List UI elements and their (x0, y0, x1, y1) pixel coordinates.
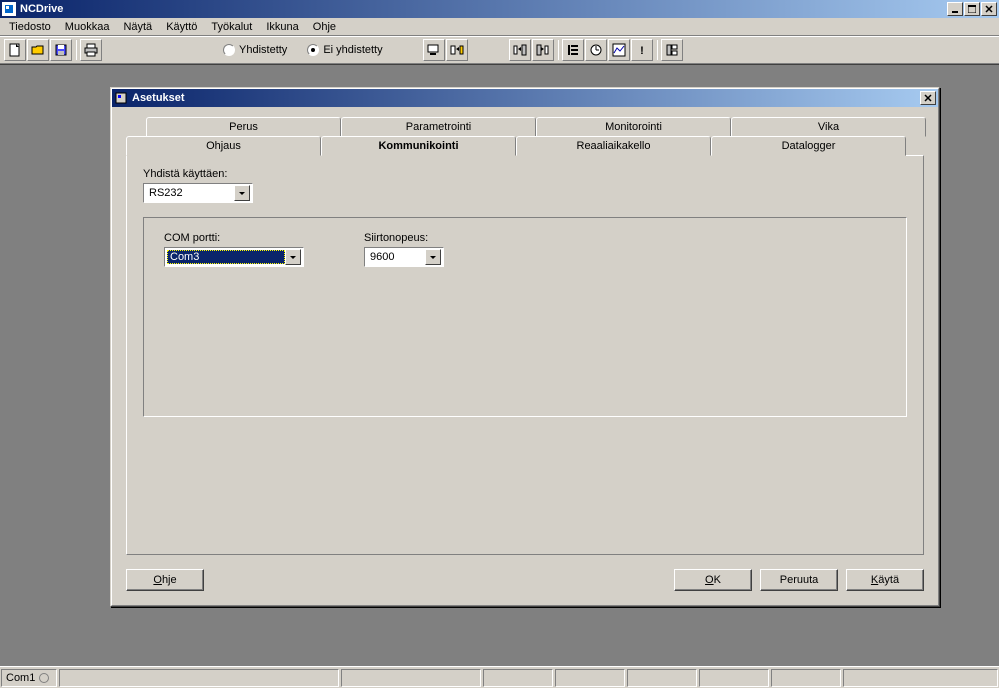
baud-rate-label: Siirtonopeus: (364, 232, 444, 244)
new-button[interactable] (4, 39, 26, 61)
statusbar: Com1 (0, 666, 999, 688)
tab-kommunikointi[interactable]: Kommunikointi (321, 136, 516, 156)
connected-radio-group: Yhdistetty (223, 44, 287, 56)
cancel-button[interactable]: Peruuta (760, 569, 838, 591)
tab-perus[interactable]: Perus (146, 117, 341, 137)
status-panel-6 (627, 669, 697, 687)
print-button[interactable] (80, 39, 102, 61)
status-panel-8 (771, 669, 841, 687)
tab-parametrointi[interactable]: Parametrointi (341, 117, 536, 137)
chevron-down-icon[interactable] (425, 249, 441, 265)
status-led-icon (39, 673, 49, 683)
chevron-down-icon[interactable] (285, 249, 301, 265)
menu-kaytto[interactable]: Käyttö (159, 20, 204, 34)
status-panel-7 (699, 669, 769, 687)
radio-connected[interactable] (223, 44, 235, 56)
app-icon (2, 2, 16, 16)
tab-container: Perus Parametrointi Monitorointi Vika Oh… (126, 117, 924, 555)
settings-dialog: Asetukset Perus Parametrointi Monitoroin… (110, 87, 940, 607)
tb-upload-button[interactable] (509, 39, 531, 61)
com-port-dropdown[interactable]: Com3 (164, 247, 304, 267)
tab-datalogger[interactable]: Datalogger (711, 136, 906, 156)
status-panel-3 (341, 669, 481, 687)
menu-muokkaa[interactable]: Muokkaa (58, 20, 117, 34)
svg-text:!: ! (640, 45, 644, 57)
status-panel-4 (483, 669, 553, 687)
disconnected-radio-group: Ei yhdistetty (307, 44, 382, 56)
connection-group: COM portti: Com3 Siirto (143, 217, 907, 417)
status-panel-9 (843, 669, 998, 687)
mdi-area: Asetukset Perus Parametrointi Monitoroin… (0, 64, 999, 666)
radio-disconnected[interactable] (307, 44, 319, 56)
main-titlebar: NCDrive (0, 0, 999, 18)
connect-using-value: RS232 (146, 186, 234, 200)
tb-alert-button[interactable]: ! (631, 39, 653, 61)
menu-tiedosto[interactable]: Tiedosto (2, 20, 58, 34)
status-com-panel: Com1 (1, 669, 57, 687)
status-com-label: Com1 (6, 672, 35, 684)
menu-ohje[interactable]: Ohje (306, 20, 343, 34)
tb-device2-button[interactable] (446, 39, 468, 61)
status-panel-5 (555, 669, 625, 687)
menu-tyokalut[interactable]: Työkalut (204, 20, 259, 34)
help-button[interactable]: Ohje (126, 569, 204, 591)
maximize-button[interactable] (964, 2, 980, 16)
tab-vika[interactable]: Vika (731, 117, 926, 137)
dialog-close-button[interactable] (920, 91, 936, 105)
status-panel-2 (59, 669, 339, 687)
tb-monitor-button[interactable] (585, 39, 607, 61)
baud-rate-dropdown[interactable]: 9600 (364, 247, 444, 267)
com-port-value: Com3 (167, 250, 285, 264)
connect-using-label: Yhdistä käyttäen: (143, 168, 907, 180)
tb-list-button[interactable] (562, 39, 584, 61)
tab-panel-kommunikointi: Yhdistä käyttäen: RS232 COM portti: (126, 155, 924, 555)
baud-rate-value: 9600 (367, 250, 425, 264)
ok-button[interactable]: OK (674, 569, 752, 591)
connect-using-dropdown[interactable]: RS232 (143, 183, 253, 203)
tb-settings-button[interactable] (661, 39, 683, 61)
menubar: Tiedosto Muokkaa Näytä Käyttö Työkalut I… (0, 18, 999, 36)
toolbar-separator (657, 40, 658, 60)
app-title: NCDrive (20, 3, 947, 15)
toolbar-separator (558, 40, 559, 60)
tab-reaaliaikakello[interactable]: Reaaliaikakello (516, 136, 711, 156)
toolbar-separator (76, 40, 77, 60)
tb-download-button[interactable] (532, 39, 554, 61)
menu-nayta[interactable]: Näytä (116, 20, 159, 34)
save-button[interactable] (50, 39, 72, 61)
dialog-title: Asetukset (132, 92, 920, 104)
dialog-titlebar[interactable]: Asetukset (112, 89, 938, 107)
close-button[interactable] (981, 2, 997, 16)
radio-disconnected-label: Ei yhdistetty (323, 44, 382, 56)
tb-device1-button[interactable] (423, 39, 445, 61)
tab-ohjaus[interactable]: Ohjaus (126, 136, 321, 156)
radio-connected-label: Yhdistetty (239, 44, 287, 56)
chevron-down-icon[interactable] (234, 185, 250, 201)
tb-chart-button[interactable] (608, 39, 630, 61)
open-button[interactable] (27, 39, 49, 61)
tab-monitorointi[interactable]: Monitorointi (536, 117, 731, 137)
com-port-label: COM portti: (164, 232, 304, 244)
menu-ikkuna[interactable]: Ikkuna (259, 20, 305, 34)
minimize-button[interactable] (947, 2, 963, 16)
apply-button[interactable]: Käytä (846, 569, 924, 591)
dialog-icon (114, 91, 128, 105)
toolbar: Yhdistetty Ei yhdistetty ! (0, 36, 999, 64)
